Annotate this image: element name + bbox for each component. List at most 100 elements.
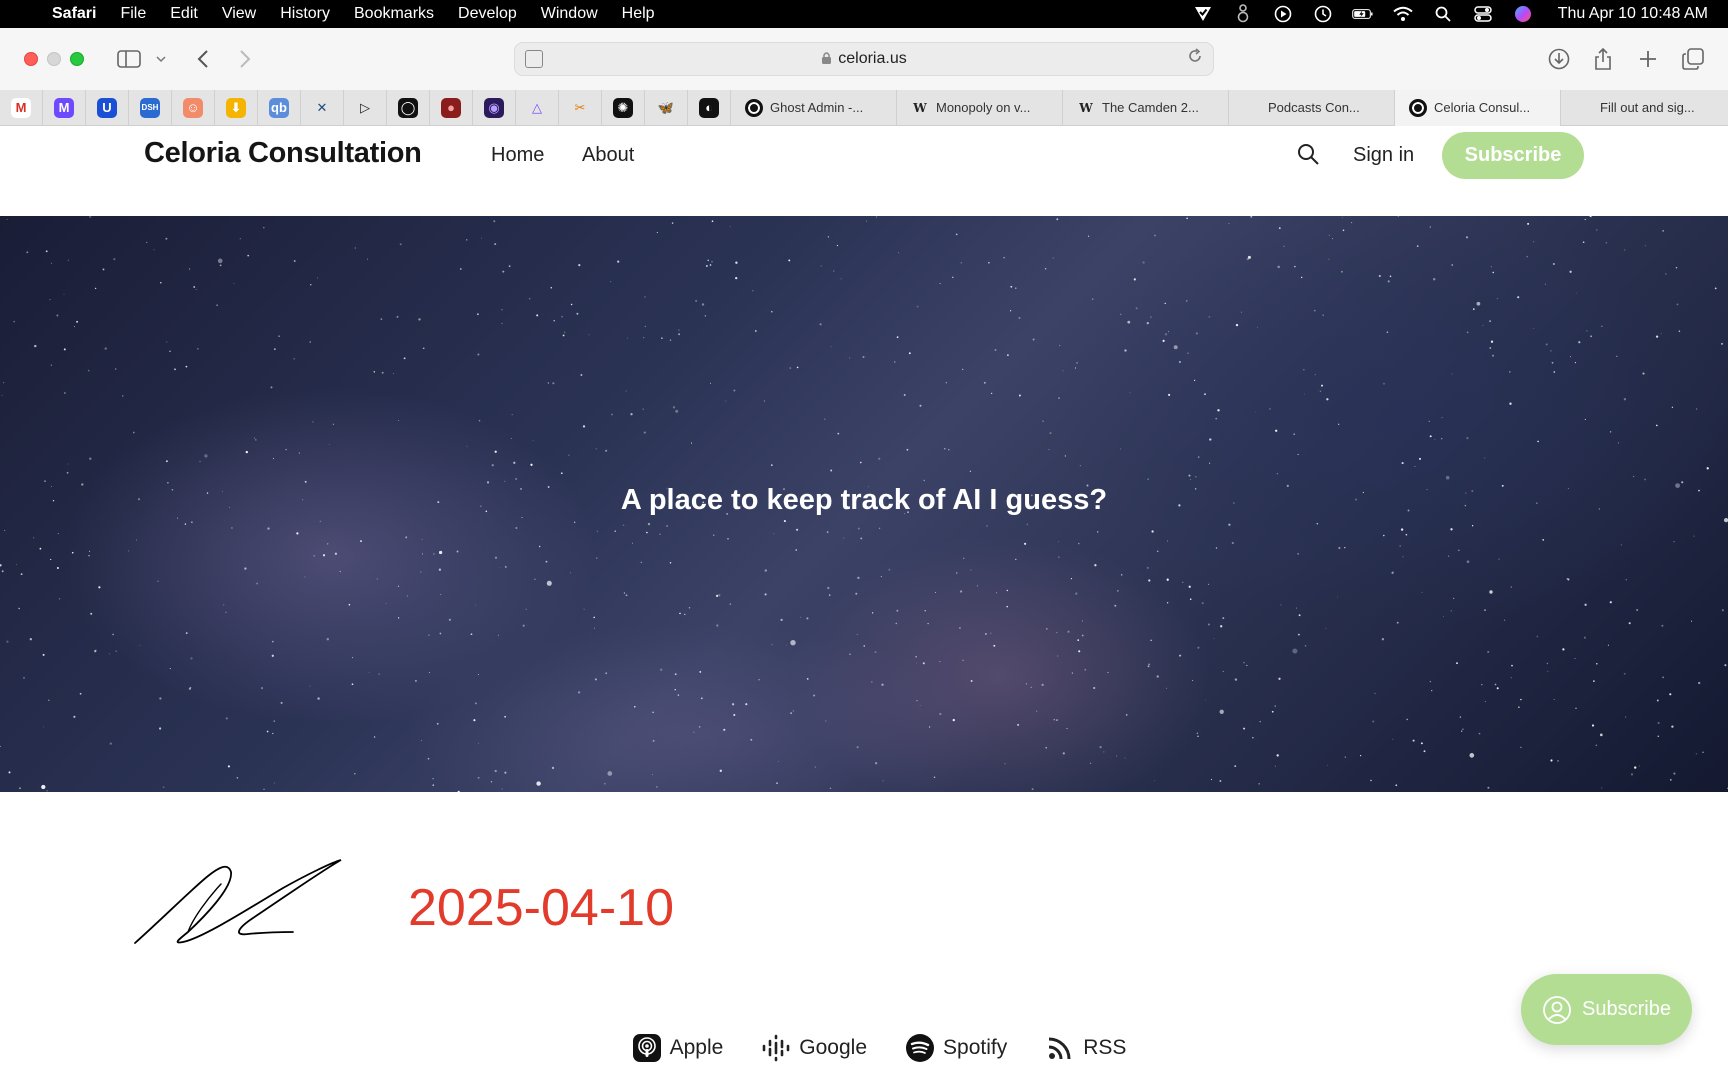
rss-link[interactable]: RSS [1045,1028,1126,1068]
sidebar-menu-chevron-down-icon[interactable] [146,44,176,74]
accessibility-status-icon[interactable] [1232,4,1254,23]
star [819,323,822,326]
close-window-button[interactable] [24,52,38,66]
star [1338,546,1341,550]
wifi-status-icon[interactable] [1392,5,1414,23]
downloads-icon[interactable] [1544,44,1574,74]
tools-pinned-tab[interactable]: ✂ [559,89,602,126]
star [1250,216,1253,218]
tab-podcasts[interactable]: Podcasts Con... [1229,89,1395,126]
tab-camden[interactable]: W The Camden 2... [1063,89,1229,126]
apple-podcasts-link[interactable]: Apple [632,1028,723,1068]
new-tab-plus-icon[interactable] [1633,44,1663,74]
star [677,694,680,696]
reload-icon[interactable] [1187,48,1203,69]
qb-pinned-tab[interactable]: qb [258,89,301,126]
tab-celoria-active[interactable]: Celoria Consul... [1395,89,1561,126]
portal-subscribe-button[interactable]: Subscribe [1521,974,1692,1045]
siri-icon[interactable] [1512,5,1534,23]
tab-monopoly[interactable]: W Monopoly on v... [897,89,1063,126]
star [438,568,442,571]
menu-view[interactable]: View [210,5,268,23]
bluesky-pinned-tab[interactable]: 🦋 [645,89,688,126]
macos-menu-bar: Safari File Edit View History Bookmarks … [0,0,1728,28]
search-icon[interactable] [1296,142,1322,168]
control-center-icon[interactable] [1472,5,1494,23]
vpn-status-icon[interactable] [1192,5,1214,23]
dsh-pinned-tab[interactable]: DSH [129,89,172,126]
site-logo[interactable]: Celoria Consultation [144,137,422,170]
menu-app-name[interactable]: Safari [44,5,108,23]
menu-bookmarks[interactable]: Bookmarks [342,5,446,23]
purple-logo-pinned-tab[interactable]: ◉ [473,89,516,126]
star [656,231,659,234]
share-icon[interactable] [1588,44,1618,74]
minimize-window-button[interactable] [47,52,61,66]
star [376,578,379,580]
menu-help[interactable]: Help [610,5,667,23]
spotlight-search-icon[interactable] [1432,5,1454,23]
star [1429,226,1432,228]
address-bar[interactable]: celoria.us [514,42,1214,76]
menu-edit[interactable]: Edit [158,5,210,23]
star [1215,417,1218,420]
proton-mail-pinned-tab[interactable]: M [43,89,86,126]
star [1545,343,1548,346]
star [478,419,481,422]
menu-window[interactable]: Window [529,5,610,23]
gmail-pinned-tab[interactable]: M [0,89,43,126]
battery-status-icon[interactable] [1351,5,1374,23]
star [63,293,65,295]
star [1397,216,1400,217]
x-tool-pinned-tab[interactable]: ✕ [301,89,344,126]
nav-home[interactable]: Home [491,144,544,167]
spotify-link[interactable]: Spotify [905,1028,1007,1068]
star [348,603,351,606]
subscribe-button[interactable]: Subscribe [1442,132,1584,179]
star [1240,311,1243,313]
download-pinned-tab[interactable]: ⬇ [215,89,258,126]
nav-about[interactable]: About [582,144,634,167]
zoom-window-button[interactable] [70,52,84,66]
tab-ghost-admin[interactable]: Ghost Admin -... [731,89,897,126]
sign-in-link[interactable]: Sign in [1353,144,1414,167]
github-pinned-tab[interactable]: ◐ [688,89,731,126]
triangle-pinned-tab[interactable]: △ [516,89,559,126]
sidebar-toggle-icon[interactable] [114,44,144,74]
post-date: 2025-04-10 [408,879,674,937]
star [1675,266,1678,269]
star [1052,257,1054,259]
star [260,687,264,690]
menu-bar-clock[interactable]: Thu Apr 10 10:48 AM [1558,5,1708,23]
time-machine-status-icon[interactable] [1312,5,1334,23]
forward-chevron-icon[interactable] [230,44,260,74]
tab-fill-out[interactable]: Fill out and sig... [1561,90,1721,126]
play-favicon-icon: ▷ [355,97,375,118]
star [574,521,576,523]
star [46,790,48,792]
star [1304,645,1307,647]
back-chevron-icon[interactable] [188,44,218,74]
menu-history[interactable]: History [268,5,342,23]
star [569,572,571,574]
qb-favicon-icon: qb [269,97,289,118]
star [71,551,74,554]
menu-develop[interactable]: Develop [446,5,529,23]
avatar-pinned-tab[interactable]: ☺ [172,89,215,126]
page-menu-icon[interactable] [525,50,543,68]
u-pinned-tab[interactable]: U [86,89,129,126]
star [1496,687,1499,690]
red-logo-pinned-tab[interactable]: ● [430,89,473,126]
star [727,537,729,540]
star [465,239,468,241]
star [672,406,676,409]
tab-overview-icon[interactable] [1678,44,1708,74]
star [713,534,715,536]
circle-pinned-tab[interactable]: ◯ [387,89,430,126]
star [1644,478,1647,481]
play-pinned-tab[interactable]: ▷ [344,89,387,126]
menu-file[interactable]: File [108,5,158,23]
media-play-status-icon[interactable] [1272,5,1294,23]
google-podcasts-link[interactable]: Google [761,1028,867,1068]
openai-pinned-tab[interactable]: ✺ [602,89,645,126]
